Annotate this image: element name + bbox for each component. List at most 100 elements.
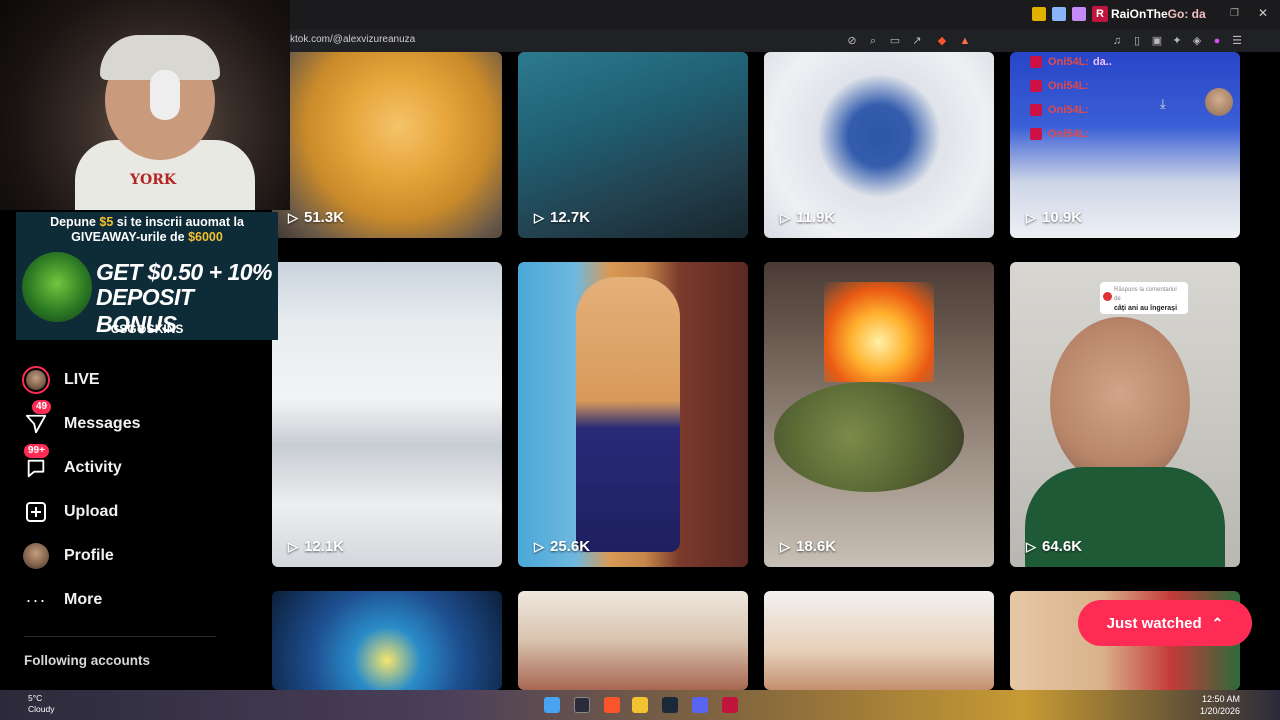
- address-bar[interactable]: ktok.com/@alexvizureanuza ⊘ ⌕ ▭ ↗ ◆ ▲ ♫ …: [280, 30, 1280, 52]
- ad-mascot-image: [22, 252, 92, 322]
- sidebar-item-activity[interactable]: 99+ Activity: [20, 444, 240, 486]
- video-tile[interactable]: ▷ 18.6K: [764, 262, 994, 567]
- ad-headline: GET $0.50 + 10%: [96, 259, 272, 285]
- chat-user-icon: [1030, 56, 1042, 68]
- taskview-icon[interactable]: [574, 697, 590, 713]
- discord-icon[interactable]: [692, 697, 708, 713]
- folder-icon[interactable]: [632, 697, 648, 713]
- view-count-text: 11.9K: [796, 209, 836, 226]
- video-tile[interactable]: ▷ 11.9K: [764, 52, 994, 238]
- zoom-icon[interactable]: ⌕: [866, 34, 880, 48]
- play-icon: ▷: [1026, 209, 1036, 225]
- windows-taskbar: 5°C Cloudy 12:50 AM 1/20/2026: [0, 690, 1280, 720]
- mute-icon[interactable]: ⊘: [845, 34, 859, 48]
- ad-text: Depune: [50, 215, 100, 229]
- man-face: [1050, 317, 1190, 487]
- chat-username: Oni54L:: [1048, 80, 1089, 92]
- steam-icon[interactable]: [662, 697, 678, 713]
- floating-avatar[interactable]: [1205, 88, 1233, 116]
- extension-icon[interactable]: [1052, 7, 1066, 21]
- screen-icon[interactable]: ▭: [888, 34, 902, 48]
- ad-text: si te inscrii auomat la: [113, 215, 244, 229]
- wallet-icon[interactable]: ▣: [1150, 34, 1164, 48]
- stream-suffix-text: Go: da: [1167, 7, 1206, 21]
- chat-username: Oni54L:: [1048, 128, 1089, 140]
- system-clock[interactable]: 12:50 AM 1/20/2026: [1200, 693, 1240, 717]
- share-icon[interactable]: ↗: [910, 34, 924, 48]
- start-icon[interactable]: [544, 697, 560, 713]
- ad-text: GIVEAWAY-urile de: [71, 230, 189, 244]
- restore-icon[interactable]: ❐: [1230, 8, 1239, 19]
- weather-desc: Cloudy: [28, 704, 55, 714]
- sidebar-item-more[interactable]: ··· More: [20, 582, 240, 618]
- messages-count-badge: 49: [32, 400, 52, 414]
- video-tile[interactable]: [764, 591, 994, 690]
- vpn-icon[interactable]: ◈: [1190, 34, 1204, 48]
- sidebar-divider: [24, 636, 216, 637]
- view-count-text: 12.7K: [550, 209, 591, 226]
- play-icon: ▷: [288, 209, 298, 225]
- sidebar-item-profile[interactable]: Profile: [20, 538, 240, 574]
- stream-overlay-title: RaiOnTheGo: da: [1111, 7, 1206, 21]
- rewards-icon[interactable]: ▲: [958, 34, 972, 48]
- weather-widget[interactable]: 5°C Cloudy: [28, 693, 54, 715]
- view-count-text: 25.6K: [550, 538, 591, 555]
- reply-comment-sticker: Răspuns la comentariul de câți ani au în…: [1100, 282, 1188, 314]
- clock-time: 12:50 AM: [1201, 694, 1240, 704]
- music-icon[interactable]: ♫: [1110, 34, 1124, 48]
- download-icon[interactable]: ⤓: [1160, 96, 1166, 112]
- clock-date: 1/20/2026: [1199, 706, 1240, 716]
- app-icon[interactable]: [722, 697, 738, 713]
- sidebar-item-upload[interactable]: Upload: [20, 494, 240, 530]
- view-count: ▷ 51.3K: [288, 209, 344, 226]
- video-tile[interactable]: ▷ 25.6K: [518, 262, 748, 567]
- video-tile[interactable]: [518, 591, 748, 690]
- video-tile[interactable]: ▷ 51.3K: [272, 52, 502, 238]
- chat-user-icon: [1030, 80, 1042, 92]
- live-avatar-icon: [20, 364, 52, 396]
- sidebar-item-messages[interactable]: 49 Messages: [20, 400, 240, 442]
- chat-username: Oni54L:: [1048, 56, 1089, 68]
- video-tile[interactable]: [272, 591, 502, 690]
- profile-avatar-icon: [20, 540, 52, 572]
- chat-message: Oni54L:: [1030, 80, 1089, 92]
- just-watched-button[interactable]: Just watched ⌃: [1078, 600, 1252, 646]
- play-icon: ▷: [780, 209, 790, 225]
- view-count: ▷ 64.6K: [1026, 538, 1082, 555]
- sidebar-icon[interactable]: ▯: [1130, 34, 1144, 48]
- close-icon[interactable]: ✕: [1258, 6, 1268, 20]
- view-count: ▷ 10.9K: [1026, 209, 1082, 226]
- activity-icon: 99+: [20, 444, 52, 484]
- brave-icon[interactable]: [604, 697, 620, 713]
- sidebar-item-live[interactable]: LIVE: [20, 362, 240, 398]
- sidebar-item-label: More: [64, 591, 103, 608]
- url-text[interactable]: ktok.com/@alexvizureanuza: [290, 34, 415, 45]
- ad-amount: $5: [99, 215, 114, 229]
- ad-amount: $6000: [188, 230, 223, 244]
- ad-line2: GIVEAWAY-urile de $6000: [16, 230, 278, 244]
- just-watched-label: Just watched: [1106, 614, 1202, 632]
- plus-square-icon: [20, 496, 52, 528]
- chat-user-icon: [1030, 104, 1042, 116]
- sidebar-item-label: Activity: [64, 459, 122, 476]
- chevron-up-icon: ⌃: [1211, 614, 1224, 631]
- view-count-text: 18.6K: [796, 538, 837, 555]
- view-count: ▷ 11.9K: [780, 209, 835, 226]
- crown-icon[interactable]: [1032, 7, 1046, 21]
- extension-icon[interactable]: [1072, 7, 1086, 21]
- menu-icon[interactable]: ☰: [1230, 34, 1244, 48]
- stream-title-text: RaiOnThe: [1111, 7, 1168, 21]
- video-tile[interactable]: ▷ 12.1K: [272, 262, 502, 567]
- more-dots-icon: ···: [25, 589, 47, 610]
- video-tile[interactable]: Răspuns la comentariul de câți ani au în…: [1010, 262, 1240, 567]
- paper-plane-icon: 49: [20, 400, 52, 440]
- settings-icon[interactable]: ✦: [1170, 34, 1184, 48]
- video-tile[interactable]: ▷ 12.7K: [518, 52, 748, 238]
- chat-message: Oni54L:: [1030, 104, 1089, 116]
- sidebar-item-label: LIVE: [64, 371, 100, 388]
- weather-temp: 5°C: [28, 693, 43, 703]
- play-icon: ▷: [534, 209, 544, 225]
- extension-icon[interactable]: ●: [1210, 34, 1224, 48]
- brave-shield-icon[interactable]: ◆: [935, 34, 949, 48]
- sidebar-item-label: Messages: [64, 415, 141, 432]
